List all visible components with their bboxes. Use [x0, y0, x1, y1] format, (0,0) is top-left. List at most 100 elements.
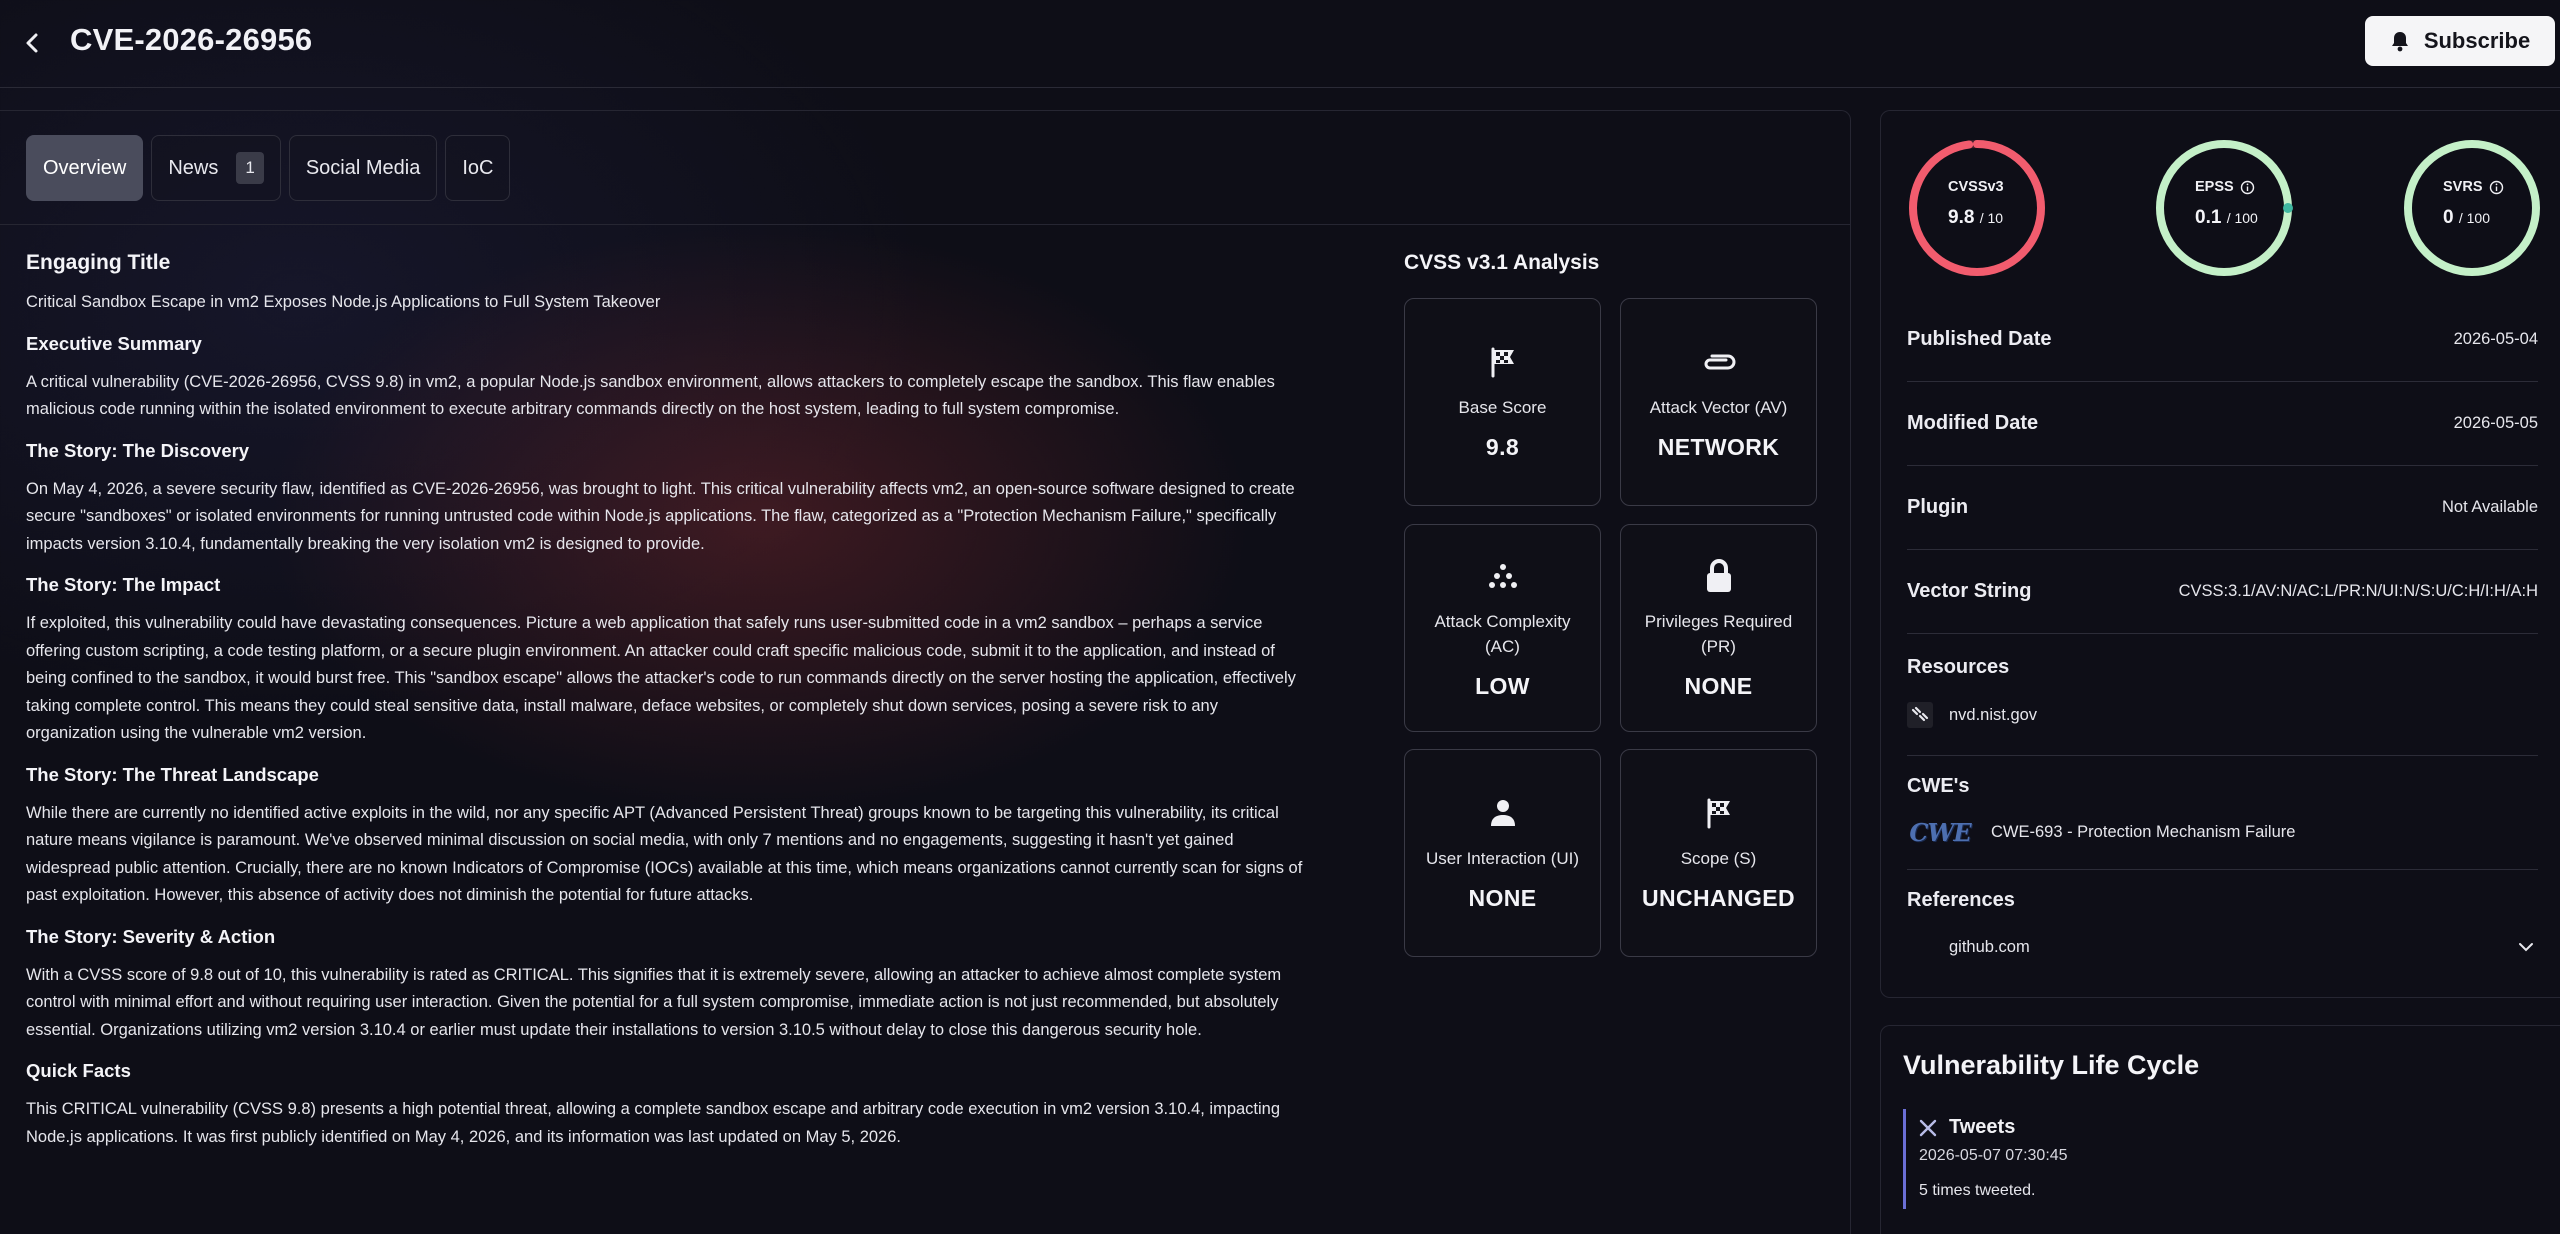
plugin-value: Not Available: [2441, 498, 2538, 516]
subscribe-button[interactable]: Subscribe: [2365, 16, 2555, 66]
section-line: Node.js applications. It was first publi…: [26, 1127, 901, 1146]
back-button[interactable]: [16, 27, 48, 59]
section-line: impacts version 3.10.4, fundamentally br…: [26, 534, 705, 553]
cvss-analysis-title: CVSS v3.1 Analysis: [1404, 251, 1600, 274]
cvss-metric-value: UNCHANGED: [1641, 885, 1796, 911]
section-heading: Quick Facts: [26, 1060, 131, 1081]
cvss-metric-card: Attack Complexity (AC) LOW: [1404, 524, 1601, 732]
score-gauge-epss: EPSS 0.1 / 100: [2153, 137, 2295, 279]
user-icon: [1488, 794, 1518, 832]
cvss-metric-card: User Interaction (UI) NONE: [1404, 749, 1601, 957]
vector-string-row: Vector String CVSS:3.1/AV:N/AC:L/PR:N/UI…: [1907, 550, 2538, 634]
cvss-metric-card: Privileges Required (PR) NONE: [1620, 524, 1817, 732]
section-body: If exploited, this vulnerability could h…: [26, 610, 1371, 748]
lock-icon: [1704, 557, 1734, 595]
section-heading: The Story: The Impact: [26, 574, 221, 595]
page-header: CVE-2026-26956 Subscribe: [0, 0, 2560, 88]
section-line: widespread public attention. Crucially, …: [26, 858, 1303, 877]
flag-icon: [1704, 794, 1734, 832]
section-line: If exploited, this vulnerability could h…: [26, 614, 1263, 632]
gauge-label: SVRS: [2401, 179, 2543, 195]
tab-news[interactable]: News 1: [151, 135, 281, 201]
section-body: A critical vulnerability (CVE-2026-26956…: [26, 369, 1371, 424]
vector-string-label: Vector String: [1907, 580, 2032, 602]
info-icon[interactable]: [2240, 180, 2255, 195]
section-line: offering custom scripting, a code testin…: [26, 641, 1275, 660]
tab-label: Social Media: [305, 156, 421, 179]
section-body: While there are currently no identified …: [26, 800, 1371, 910]
section-heading: The Story: Severity & Action: [26, 925, 276, 947]
section-line: On May 4, 2026, a severe security flaw, …: [26, 479, 1295, 498]
cvss-metric-value: 9.8: [1485, 434, 1520, 460]
section-line: With a CVSS score of 9.8 out of 10, this…: [26, 965, 1282, 984]
tab-label: IoC: [462, 156, 494, 179]
tab-label: Overview: [43, 156, 127, 179]
plugin-label: Plugin: [1907, 496, 1969, 518]
dots-pyramid-icon: [1488, 557, 1518, 595]
cwe-label: CWE's: [1907, 775, 1970, 797]
section-body: This CRITICAL vulnerability (CVSS 9.8) p…: [26, 1096, 1371, 1151]
engaging-title-heading: Engaging Title: [26, 251, 171, 274]
subscribe-label: Subscribe: [2423, 28, 2531, 53]
section-line: This CRITICAL vulnerability (CVSS 9.8) p…: [26, 1100, 1281, 1118]
tab-overview[interactable]: Overview: [26, 135, 144, 201]
cvss-metric-card: Attack Vector (AV) NETWORK: [1620, 298, 1817, 506]
reference-link[interactable]: github.com: [1907, 938, 2030, 957]
cwe-item[interactable]: CWE-693 - Protection Mechanism Failure: [1991, 823, 2295, 842]
tab-ioc[interactable]: IoC: [445, 135, 511, 201]
section-line: control with minimal effort and without …: [26, 993, 1279, 1011]
event-description: 5 times tweeted.: [1919, 1182, 2036, 1199]
score-gauge-svrs: SVRS 0 / 100: [2401, 137, 2543, 279]
chevron-down-icon[interactable]: [2518, 941, 2534, 953]
cvss-metric-label: Base Score: [1458, 398, 1547, 417]
bell-icon: [2391, 32, 2408, 52]
divider: [1907, 755, 2538, 756]
page-title: CVE-2026-26956: [70, 22, 313, 57]
cvss-metric-value: LOW: [1475, 672, 1530, 699]
resource-link[interactable]: nvd.nist.gov: [1949, 706, 2037, 725]
engaging-title-text: Critical Sandbox Escape in vm2 Exposes N…: [26, 293, 661, 311]
section-body: On May 4, 2026, a severe security flaw, …: [26, 476, 1371, 559]
reference-dropdown[interactable]: github.com: [1907, 927, 2538, 967]
timeline-bar: [1903, 1109, 1906, 1209]
cvss-metric-value: NONE: [1468, 885, 1537, 911]
section-line: A critical vulnerability (CVE-2026-26956…: [26, 372, 1275, 391]
gauge-value: 0 / 100: [2443, 207, 2490, 228]
section-line: malicious code running within the isolat…: [26, 400, 1120, 418]
modified-date-label: Modified Date: [1907, 412, 2039, 434]
divider: [1907, 869, 2538, 870]
tab-social-media[interactable]: Social Media: [288, 135, 438, 201]
cvss-metric-label: Attack Vector (AV): [1649, 398, 1788, 417]
count-badge: 1: [236, 152, 264, 184]
cvss-metric-value: NETWORK: [1657, 434, 1780, 460]
info-icon[interactable]: [2489, 180, 2504, 195]
event-time: 2026-05-07 07:30:45: [1919, 1147, 2068, 1164]
gauge-label: EPSS: [2153, 179, 2295, 195]
cvss-metric-label: Attack Complexity (AC): [1434, 611, 1571, 656]
cvss-metric-card: Base Score 9.8: [1404, 298, 1601, 506]
event-title: Tweets: [1949, 1116, 2016, 1138]
section-line: While there are currently no identified …: [26, 803, 1279, 822]
section-line: nature means vigilance is paramount. We'…: [26, 831, 1234, 849]
modified-date-value: 2026-05-05: [2453, 414, 2538, 432]
summary-panel: CVSSv3 9.8 / 10 EPSS 0.1 / 100 SVRS 0 / 100…: [1880, 110, 2560, 998]
timeline-event-header: Tweets: [1919, 1116, 2015, 1139]
gauge-value: 9.8 / 10: [1948, 207, 2004, 228]
cwe-item-row[interactable]: CWE CWE-693 - Protection Mechanism Failu…: [1907, 817, 2295, 847]
resource-link-row[interactable]: nvd.nist.gov: [1907, 702, 2037, 728]
gauge-label: CVSSv3: [1948, 179, 2004, 195]
section-heading: Executive Summary: [26, 332, 202, 354]
cwe-logo: CWE: [1909, 817, 1971, 847]
section-line: secure "sandboxes" or isolated environme…: [26, 507, 1277, 525]
section-line: taking complete control. This means they…: [26, 696, 1218, 715]
section-line: organization using the vulnerable vm2 ve…: [26, 724, 367, 742]
tab-bar: Overview News 1 Social Media IoC: [26, 135, 511, 201]
link-icon: [1907, 702, 1933, 728]
published-date-label: Published Date: [1907, 328, 2052, 350]
section-body: With a CVSS score of 9.8 out of 10, this…: [26, 962, 1371, 1045]
gauge-value: 0.1 / 100: [2195, 207, 2258, 228]
resources-label: Resources: [1907, 656, 2010, 678]
flag-icon: [1488, 343, 1518, 381]
published-date-value: 2026-05-04: [2453, 330, 2538, 348]
section-heading: The Story: The Threat Landscape: [26, 763, 319, 785]
